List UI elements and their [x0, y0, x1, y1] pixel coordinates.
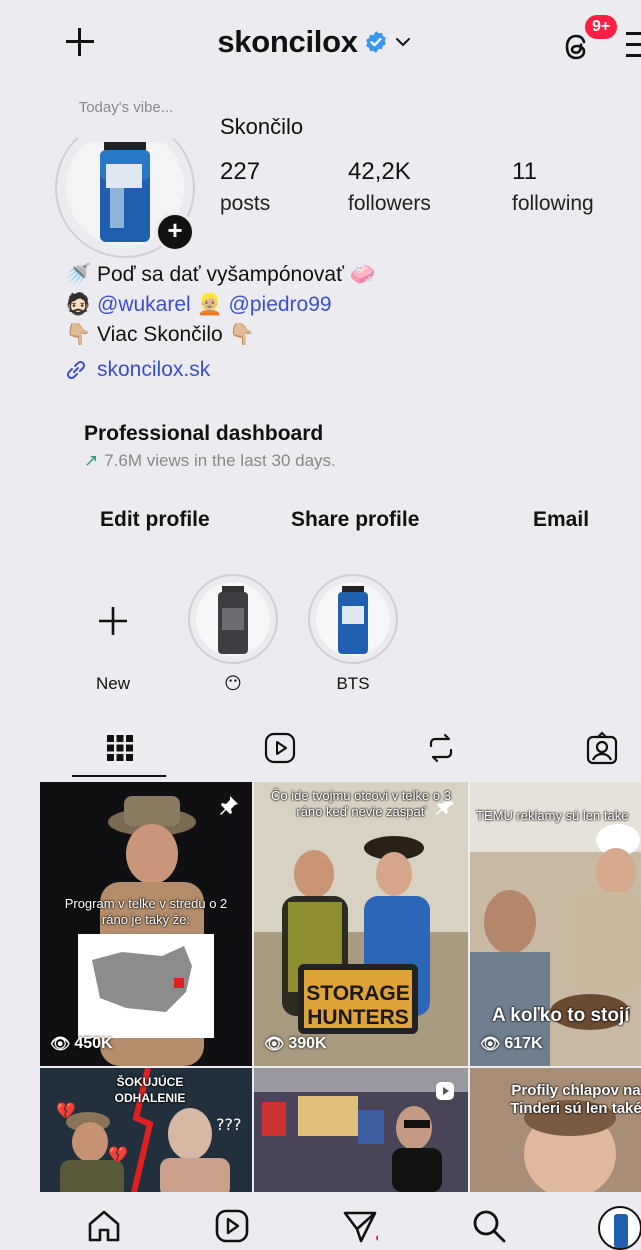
share-profile-button[interactable]: Share profile	[291, 508, 419, 532]
highlight-label-new: New	[95, 674, 130, 693]
post-tile[interactable]: Program v telke v stredu o 2 ráno je tak…	[40, 782, 252, 1066]
messages-icon[interactable]	[342, 1208, 378, 1244]
link-icon	[66, 360, 86, 380]
post-overlay-text: STORAGE HUNTERS	[306, 982, 410, 1029]
shower-icon: 🚿	[65, 263, 92, 286]
edit-profile-button[interactable]: Edit profile	[100, 508, 210, 532]
professional-dashboard-title[interactable]: Professional dashboard	[84, 422, 323, 446]
post-tile[interactable]: 💔 💔 ??? ŠOKUJÚCE ODHALENIE	[40, 1068, 252, 1192]
plus-icon	[99, 607, 127, 635]
posts-stat: 227 posts	[220, 158, 271, 215]
svg-text:💔: 💔	[108, 1145, 128, 1164]
post-tile[interactable]: Profily chlapov na Tinderi sú len také	[470, 1068, 641, 1192]
note-bubble[interactable]: Today's vibe...	[70, 94, 182, 142]
reel-icon	[436, 1082, 454, 1100]
post-tile[interactable]	[254, 1068, 468, 1192]
reels-nav-icon[interactable]	[214, 1208, 250, 1244]
pointing-down-icon: 👇🏼	[65, 323, 92, 346]
home-icon[interactable]	[86, 1208, 122, 1244]
dashboard-subtitle: ↗ 7.6M views in the last 30 days.	[84, 451, 336, 470]
svg-text:???: ???	[216, 1115, 241, 1134]
tagged-icon[interactable]	[585, 731, 619, 765]
soap-icon: 🧼	[349, 263, 376, 286]
highlight-1[interactable]	[188, 574, 278, 664]
highlight-label-bts: BTS	[336, 674, 370, 693]
eye-icon: 👁	[50, 1036, 71, 1053]
notification-badge: 9+	[583, 13, 620, 41]
mention-piedro99[interactable]: @piedro99	[229, 293, 332, 316]
add-story-icon[interactable]: +	[155, 212, 195, 252]
post-caption: Profily chlapov na Tinderi sú len také	[510, 1082, 641, 1117]
post-caption: Čo ide tvojmu otcovi v telke o 3 ráno ke…	[271, 788, 451, 819]
grid-icon[interactable]	[103, 731, 137, 765]
username: skoncilox	[217, 24, 358, 59]
reels-icon[interactable]	[263, 731, 297, 765]
post-caption: ŠOKUJÚCE ODHALENIE	[114, 1075, 186, 1105]
mention-wukarel[interactable]: @wukarel	[97, 293, 191, 316]
post-caption: Program v telke v stredu o 2 ráno je tak…	[64, 896, 228, 927]
active-tab-indicator	[72, 775, 166, 777]
person-blond-icon: 👱🏼	[196, 293, 223, 316]
posts-grid: Program v telke v stredu o 2 ráno je tak…	[40, 782, 641, 1192]
post-caption: TEMU reklamy sú len take	[476, 808, 629, 823]
menu-icon[interactable]	[626, 32, 641, 58]
pin-icon	[220, 796, 238, 815]
eye-icon: 👁	[480, 1036, 501, 1053]
bio-line-2: 🧔🏻 @wukarel 👱🏼 @piedro99	[65, 290, 332, 320]
pointing-down-icon: 👇🏼	[228, 323, 255, 346]
following-stat[interactable]: 11 following	[512, 158, 594, 216]
post-tile[interactable]: TEMU reklamy sú len take A koľko to stoj…	[470, 782, 641, 1066]
post-tile[interactable]: Čo ide tvojmu otcovi v telke o 3 ráno ke…	[254, 782, 468, 1066]
chevron-down-icon	[395, 38, 410, 47]
email-button[interactable]: Email	[533, 508, 589, 532]
highlight-bts[interactable]	[308, 574, 398, 664]
post-views: 👁 450K	[50, 1035, 113, 1053]
reposts-icon[interactable]	[424, 731, 458, 765]
bio-line-3: 👇🏼 Viac Skončilo 👇🏼	[65, 323, 255, 346]
search-icon[interactable]	[471, 1208, 507, 1244]
account-switcher[interactable]: skoncilox	[0, 24, 641, 60]
post-views: 👁 390K	[264, 1035, 327, 1053]
website-link[interactable]: skoncilox.sk	[63, 357, 210, 383]
post-views: 👁 617K	[480, 1035, 543, 1053]
verified-badge-icon	[365, 31, 386, 53]
profile-nav-avatar[interactable]	[598, 1206, 641, 1250]
bio-line-1: 🚿 Poď sa dať vyšampónovať 🧼	[65, 263, 376, 286]
new-highlight-button[interactable]	[96, 604, 130, 638]
post-overlay-text: A koľko to stojí	[492, 1005, 630, 1026]
eye-icon: 👁	[264, 1036, 285, 1053]
person-beard-icon: 🧔🏻	[65, 293, 92, 316]
display-name: Skončilo	[220, 114, 304, 139]
highlight-label-1: 😶	[224, 674, 242, 693]
trend-up-icon: ↗	[84, 451, 99, 470]
svg-text:💔: 💔	[56, 1101, 76, 1120]
followers-stat[interactable]: 42,2K followers	[348, 158, 431, 216]
